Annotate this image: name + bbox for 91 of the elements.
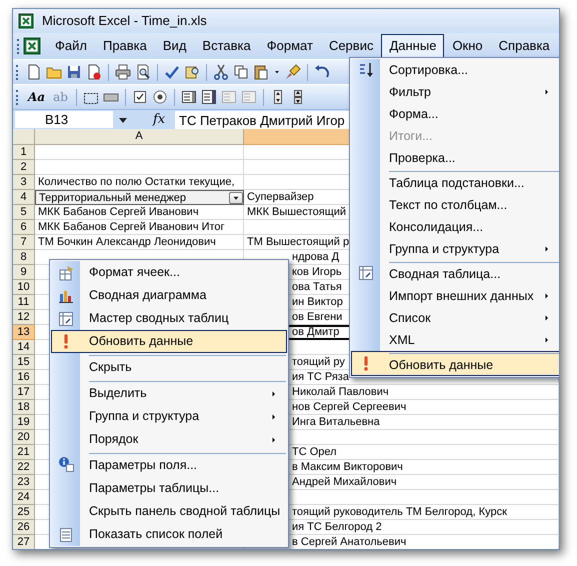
checkmark-icon[interactable] (164, 64, 180, 80)
row-header[interactable]: 18 (13, 400, 35, 415)
printer-icon[interactable] (115, 64, 131, 80)
menu-item[interactable]: Сводная таблица... (351, 260, 559, 285)
pivot-table-icon (58, 310, 74, 326)
row-header[interactable]: 27 (13, 535, 35, 549)
table-cell: МКК Бабанов Сергей Иванович Итог (35, 220, 244, 235)
submenu-arrow-icon (543, 88, 551, 96)
menu-item[interactable]: Вид (154, 34, 194, 58)
menu-item[interactable]: Выделить (51, 379, 287, 405)
row-header[interactable]: 1 (13, 145, 35, 160)
pivot-table-icon (358, 264, 374, 280)
sort-icon (358, 62, 374, 78)
row-header[interactable]: 2 (13, 160, 35, 175)
brush-icon[interactable] (285, 64, 301, 80)
field-label: Территориальный менеджер (39, 190, 186, 204)
exclamation-icon (364, 356, 368, 371)
dropdown-button[interactable] (229, 192, 243, 204)
name-box[interactable]: B13 (15, 111, 113, 128)
radio-icon[interactable] (152, 89, 168, 105)
copy-icon[interactable] (233, 64, 249, 80)
submenu-arrow-icon (543, 245, 551, 253)
format-cells-icon (58, 264, 74, 280)
submenu-arrow-icon (270, 412, 278, 420)
combo-box-icon[interactable] (200, 89, 217, 105)
menu-item[interactable]: Окно (444, 34, 491, 58)
row-header[interactable]: 5 (13, 205, 35, 220)
row-header[interactable]: 6 (13, 220, 35, 235)
row-header[interactable]: 16 (13, 370, 35, 385)
menu-item[interactable]: Справка (490, 34, 558, 58)
menu-item[interactable]: Параметры поля... (51, 451, 287, 477)
cell-reference: B13 (45, 110, 68, 129)
row-header[interactable]: 12 (13, 310, 35, 325)
excel-icon[interactable] (23, 37, 41, 55)
row-header[interactable]: 10 (13, 280, 35, 295)
submenu-arrow-icon (270, 436, 278, 444)
list-box-icon[interactable] (180, 89, 197, 105)
field-header[interactable]: Территориальный менеджер (35, 190, 244, 205)
row-header[interactable]: 13 (13, 325, 35, 340)
row-header[interactable]: 4 (13, 190, 35, 205)
row-header[interactable]: 25 (13, 505, 35, 520)
row-header[interactable]: 19 (13, 415, 35, 430)
excel-icon (18, 13, 34, 29)
clipboard-icon[interactable] (253, 64, 269, 80)
row-header[interactable]: 17 (13, 385, 35, 400)
menu-item[interactable]: Фильтр (351, 81, 559, 103)
menu-item[interactable]: Таблица подстановки... (351, 169, 559, 194)
menu-item[interactable]: Правка (94, 34, 155, 58)
undo-icon[interactable] (314, 64, 330, 80)
row-header[interactable]: 15 (13, 355, 35, 370)
menu-item[interactable]: Данные (381, 34, 444, 58)
row-header[interactable]: 3 (13, 175, 35, 190)
row-header[interactable]: 26 (13, 520, 35, 535)
toolbar-button[interactable]: Aa (26, 88, 48, 106)
document-icon[interactable] (26, 64, 42, 80)
column-header[interactable]: A (35, 129, 244, 145)
row-header[interactable]: 23 (13, 475, 35, 490)
table-cell: МКК Бабанов Сергей Иванович (35, 205, 244, 220)
book-icon[interactable] (184, 64, 200, 80)
magnifier-icon[interactable] (135, 64, 151, 80)
menu-item[interactable]: Обновить данные (351, 351, 559, 376)
row-header[interactable]: 11 (13, 295, 35, 310)
exclamation-icon (64, 334, 68, 349)
table-cell: ТМ Бочкин Александр Леонидович (35, 235, 244, 250)
menu-item[interactable]: Файл (47, 34, 95, 58)
checkbox-icon[interactable] (132, 89, 148, 105)
scissors-icon[interactable] (213, 64, 229, 80)
menu-item[interactable]: Форма... (351, 103, 559, 125)
menu-item[interactable]: Скрыть (51, 353, 287, 379)
row-header[interactable]: 21 (13, 445, 35, 460)
row-header[interactable]: 8 (13, 250, 35, 265)
menu-item[interactable]: Формат (258, 34, 321, 58)
row-header[interactable]: 7 (13, 235, 35, 250)
row-header[interactable]: 14 (13, 340, 35, 355)
row-header[interactable]: 22 (13, 460, 35, 475)
document-icon[interactable] (86, 64, 102, 80)
menu-item[interactable]: Проверка... (351, 147, 559, 169)
field-list-icon (58, 526, 74, 542)
function-button[interactable]: fx (153, 110, 175, 130)
menu-item[interactable]: Вставка (194, 34, 259, 58)
row-header[interactable]: 20 (13, 430, 35, 445)
submenu-arrow-icon (543, 292, 551, 300)
submenu-arrow-icon (543, 314, 551, 322)
window-title: Microsoft Excel - Time_in.xls (42, 12, 207, 30)
info-icon (58, 456, 74, 472)
row-header[interactable]: 24 (13, 490, 35, 505)
submenu-arrow-icon (270, 390, 278, 398)
submenu-arrow-icon (543, 336, 551, 344)
menu-item[interactable]: Обновить данные (51, 330, 287, 353)
menu-item[interactable]: Сервис (320, 34, 382, 58)
row-header[interactable]: 9 (13, 265, 35, 280)
